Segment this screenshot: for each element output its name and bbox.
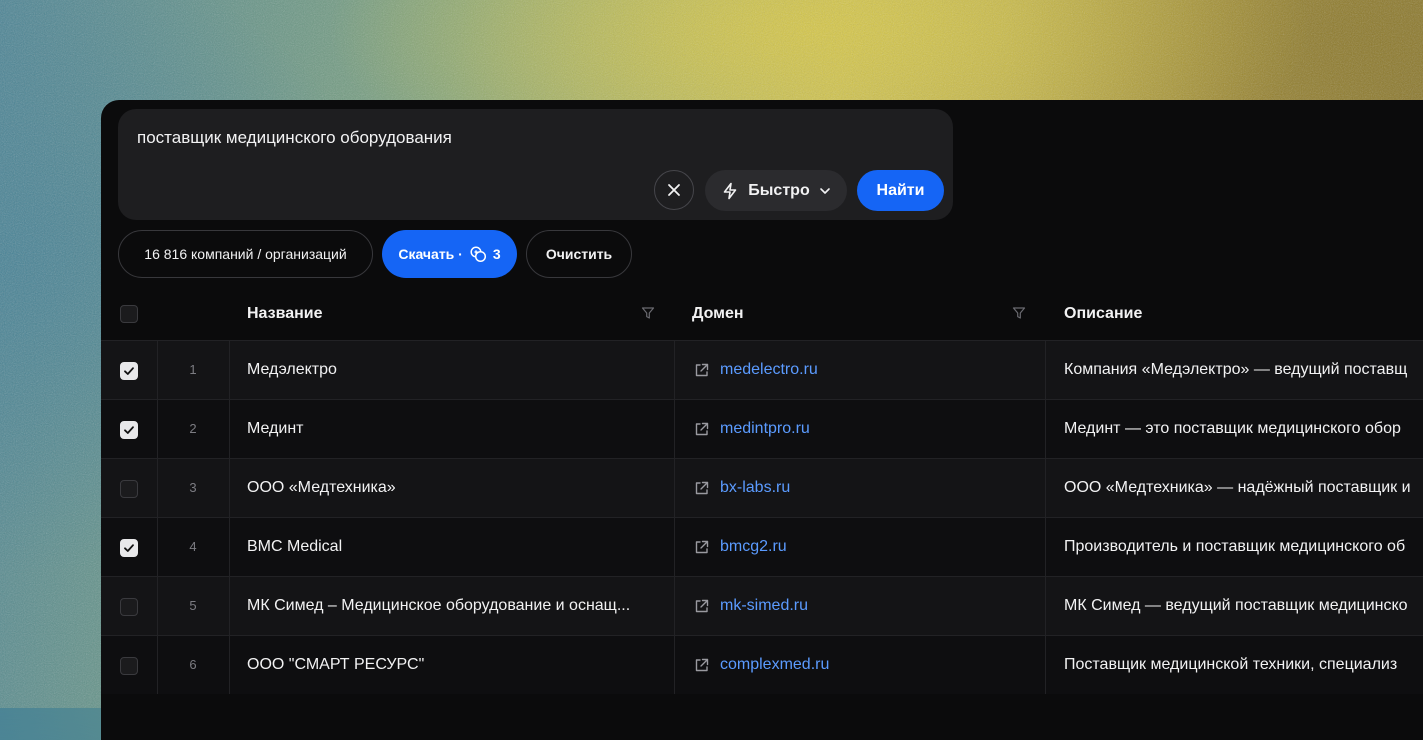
- column-header-domain[interactable]: Домен: [692, 305, 744, 323]
- table-row[interactable]: 3 ООО «Медтехника» bx-labs.ru ООО «Медтехни…: [101, 458, 1423, 517]
- column-divider: [229, 577, 230, 635]
- domain-cell: bmcg2.ru: [693, 538, 787, 556]
- table-header: Название Домен Описание: [101, 286, 1423, 340]
- table-row[interactable]: 6 ООО "СМАРТ РЕСУРС" complexmed.ru Поставщи…: [101, 635, 1423, 694]
- column-divider: [1045, 577, 1046, 635]
- column-divider: [674, 518, 675, 576]
- company-description: Мединт — это поставщик медицинского обор: [1064, 420, 1401, 437]
- clear-button[interactable]: Очистить: [526, 230, 632, 278]
- row-checkbox[interactable]: [120, 480, 138, 498]
- column-divider: [674, 400, 675, 458]
- domain-link[interactable]: bx-labs.ru: [720, 479, 790, 497]
- row-checkbox[interactable]: [120, 362, 138, 380]
- row-index: 2: [189, 421, 197, 436]
- company-name: ООО "СМАРТ РЕСУРС": [247, 656, 425, 673]
- find-button[interactable]: Найти: [857, 170, 944, 211]
- company-name: ООО «Медтехника»: [247, 479, 396, 496]
- column-divider: [674, 577, 675, 635]
- column-divider: [674, 341, 675, 399]
- column-divider: [229, 341, 230, 399]
- filter-icon[interactable]: [1012, 306, 1026, 320]
- table-row[interactable]: 2 Мединт medintpro.ru Мединт — это поставщи…: [101, 399, 1423, 458]
- column-divider: [1045, 636, 1046, 694]
- download-count: 3: [492, 246, 501, 262]
- company-description: ООО «Медтехника» — надёжный поставщик и: [1064, 479, 1411, 496]
- domain-link[interactable]: medintpro.ru: [720, 420, 810, 438]
- column-divider: [1045, 400, 1046, 458]
- column-divider: [1045, 459, 1046, 517]
- row-index: 3: [189, 480, 197, 495]
- external-link-icon: [695, 363, 709, 376]
- row-checkbox[interactable]: [120, 539, 138, 557]
- domain-link[interactable]: medelectro.ru: [720, 361, 818, 379]
- external-link-icon: [695, 658, 709, 671]
- company-name: Медэлектро: [247, 361, 337, 378]
- clear-search-button[interactable]: [654, 170, 694, 210]
- domain-cell: bx-labs.ru: [693, 479, 790, 497]
- row-checkbox[interactable]: [120, 657, 138, 675]
- column-divider: [229, 636, 230, 694]
- domain-cell: complexmed.ru: [693, 656, 829, 674]
- column-divider: [229, 459, 230, 517]
- row-index: 5: [189, 598, 197, 613]
- external-link-icon: [695, 422, 709, 435]
- search-mode-label: Быстро: [748, 181, 810, 199]
- check-icon: [124, 426, 134, 434]
- table-row[interactable]: 5 МК Симед – Медицинское оборудование и о…: [101, 576, 1423, 635]
- company-description: МК Симед — ведущий поставщик медицинско: [1064, 597, 1408, 614]
- company-name: BMC Medical: [247, 538, 343, 555]
- external-link-icon: [695, 481, 709, 494]
- coins-icon: [470, 246, 486, 263]
- check-icon: [124, 544, 134, 552]
- row-checkbox[interactable]: [120, 598, 138, 616]
- external-link-icon: [695, 599, 709, 612]
- results-count-chip[interactable]: 16 816 компаний / организаций: [118, 230, 373, 278]
- company-description: Производитель и поставщик медицинского о…: [1064, 538, 1406, 555]
- domain-link[interactable]: bmcg2.ru: [720, 538, 787, 556]
- column-divider: [1045, 518, 1046, 576]
- download-button[interactable]: Скачать · 3: [382, 230, 517, 278]
- column-divider: [674, 459, 675, 517]
- domain-link[interactable]: complexmed.ru: [720, 656, 829, 674]
- column-divider: [229, 400, 230, 458]
- table-row[interactable]: 1 Медэлектро medelectro.ru Компания «Медэле…: [101, 340, 1423, 399]
- row-index: 6: [189, 657, 197, 672]
- row-checkbox[interactable]: [120, 421, 138, 439]
- company-name: МК Симед – Медицинское оборудование и ос…: [247, 597, 631, 614]
- app-panel: поставщик медицинского оборудования Быст…: [101, 100, 1423, 740]
- close-icon: [668, 184, 680, 196]
- lightning-icon: [723, 182, 737, 199]
- company-description: Компания «Медэлектро» — ведущий поставщ: [1064, 361, 1408, 378]
- column-divider: [229, 518, 230, 576]
- company-name: Мединт: [247, 420, 304, 437]
- search-input[interactable]: поставщик медицинского оборудования: [137, 128, 452, 148]
- filter-icon[interactable]: [641, 306, 655, 320]
- select-all-checkbox[interactable]: [120, 305, 138, 323]
- column-header-description[interactable]: Описание: [1064, 305, 1142, 323]
- chevron-down-icon: [819, 187, 830, 194]
- external-link-icon: [695, 540, 709, 553]
- search-box[interactable]: поставщик медицинского оборудования Быст…: [118, 109, 953, 220]
- column-divider: [1045, 341, 1046, 399]
- domain-cell: medelectro.ru: [693, 361, 818, 379]
- search-mode-dropdown[interactable]: Быстро: [705, 170, 847, 211]
- row-index: 4: [189, 539, 197, 554]
- domain-cell: mk-simed.ru: [693, 597, 808, 615]
- company-description: Поставщик медицинской техники, специализ: [1064, 656, 1398, 673]
- table-row[interactable]: 4 BMC Medical bmcg2.ru Производитель и пост…: [101, 517, 1423, 576]
- domain-cell: medintpro.ru: [693, 420, 810, 438]
- download-label: Скачать ·: [398, 246, 463, 262]
- domain-link[interactable]: mk-simed.ru: [720, 597, 808, 615]
- check-icon: [124, 367, 134, 375]
- column-header-name[interactable]: Название: [247, 305, 323, 323]
- column-divider: [674, 636, 675, 694]
- row-index: 1: [189, 362, 197, 377]
